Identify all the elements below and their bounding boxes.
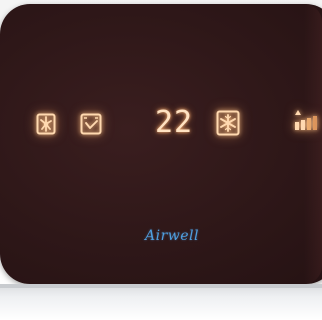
fan-speed-icon <box>36 113 56 135</box>
display-panel: 22 Airwell <box>0 4 322 284</box>
brand-logo: Airwell <box>145 228 200 244</box>
air-vent-strip <box>0 284 322 320</box>
ac-unit-front: 22 Airwell <box>0 0 322 320</box>
temperature-readout: 22 <box>155 105 194 140</box>
signal-strength-icon <box>295 110 317 130</box>
timer-clock-icon <box>80 113 102 135</box>
vent-edge <box>0 284 322 288</box>
snowflake-cool-icon <box>216 110 240 136</box>
